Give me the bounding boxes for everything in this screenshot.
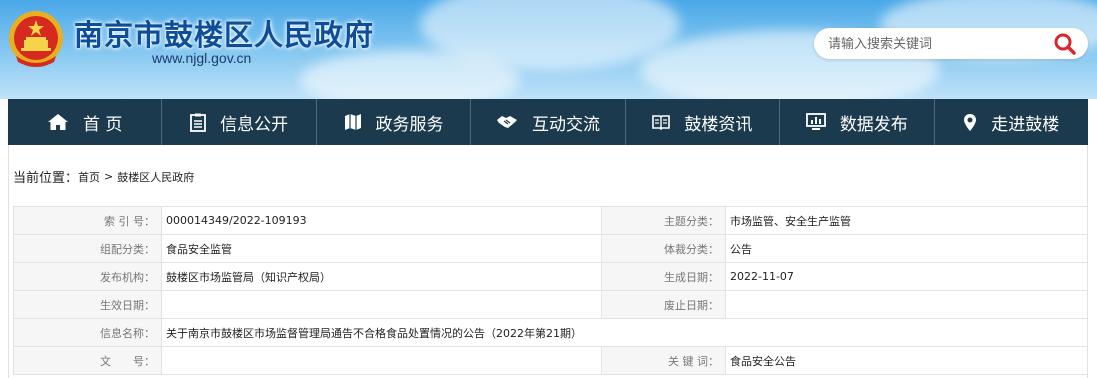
- table-row: 发布机构： 鼓楼区市场监管局（知识产权局） 生成日期： 2022-11-07: [13, 262, 1088, 291]
- publisher-label: 发布机构：: [13, 262, 162, 291]
- index-value: 000014349/2022-109193: [161, 206, 602, 235]
- nav-item-label: 首 页: [83, 114, 123, 135]
- expiry-date-value: [725, 290, 1088, 319]
- table-row: 索 引 号： 000014349/2022-109193 主题分类： 市场监管、…: [13, 206, 1088, 235]
- org-category-value: 食品安全监管: [161, 234, 602, 263]
- breadcrumb-prefix: 当前位置：: [13, 171, 79, 186]
- nav-item-home[interactable]: 首 页: [8, 99, 163, 145]
- info-name-value: 关于南京市鼓楼区市场监督管理局通告不合格食品处置情况的公告（2022年第21期）: [161, 318, 1088, 347]
- site-url: www.njgl.gov.cn: [152, 50, 252, 66]
- table-row: 信息名称： 关于南京市鼓楼区市场监督管理局通告不合格食品处置情况的公告（2022…: [13, 318, 1088, 347]
- keywords-label: 关 键 词：: [601, 346, 726, 375]
- table-row: 生效日期： 废止日期：: [13, 290, 1088, 319]
- table-row: 文 号： 关 键 词： 食品安全公告: [13, 346, 1088, 375]
- created-date-label: 生成日期：: [601, 262, 726, 291]
- created-date-value: 2022-11-07: [725, 262, 1088, 291]
- nav-item-label: 政务服务: [375, 114, 444, 135]
- table-row: 组配分类： 食品安全监管 体裁分类： 公告: [13, 234, 1088, 263]
- nav-item-gov-services[interactable]: 政务服务: [317, 99, 472, 145]
- nav-item-data-release[interactable]: 数据发布: [780, 99, 935, 145]
- doc-number-value: [161, 346, 602, 375]
- org-category-label: 组配分类：: [13, 234, 162, 263]
- nav-item-gulou-news[interactable]: 鼓楼资讯: [626, 99, 781, 145]
- topic-label: 主题分类：: [601, 206, 726, 235]
- nav-item-label: 互动交流: [531, 114, 600, 135]
- national-emblem-icon: [9, 11, 63, 67]
- expiry-date-label: 废止日期：: [601, 290, 726, 319]
- location-pin-icon: [964, 113, 977, 131]
- genre-value: 公告: [725, 234, 1088, 263]
- search-box: [814, 28, 1088, 59]
- effective-date-value: [161, 290, 602, 319]
- nav-item-about-gulou[interactable]: 走进鼓楼: [935, 99, 1088, 145]
- breadcrumb-link-home[interactable]: 首页: [78, 169, 100, 185]
- doc-number-label: 文 号：: [13, 346, 162, 375]
- document-icon: [190, 113, 207, 132]
- main-nav: 首 页 信息公开 政务服务 互动交流 鼓楼资讯 数据发布 走进鼓楼: [8, 99, 1088, 145]
- site-header: 南京市鼓楼区人民政府 www.njgl.gov.cn: [0, 0, 1097, 99]
- topic-value: 市场监管、安全生产监管: [725, 206, 1088, 235]
- breadcrumb: 当前位置： 首页 > 鼓楼区人民政府: [13, 167, 194, 186]
- home-icon: [48, 114, 68, 130]
- book-icon: [652, 115, 671, 130]
- nav-item-label: 走进鼓楼: [991, 114, 1060, 135]
- handshake-icon: [496, 116, 517, 128]
- content-area: 当前位置： 首页 > 鼓楼区人民政府 索 引 号： 000014349/2022…: [8, 145, 1088, 378]
- publisher-value: 鼓楼区市场监管局（知识产权局）: [161, 262, 602, 291]
- nav-item-label: 信息公开: [220, 114, 289, 135]
- keywords-value: 食品安全公告: [725, 346, 1088, 375]
- breadcrumb-link-district-gov[interactable]: 鼓楼区人民政府: [117, 169, 194, 185]
- info-name-label: 信息名称：: [13, 318, 162, 347]
- nav-item-info-disclosure[interactable]: 信息公开: [162, 99, 317, 145]
- breadcrumb-separator: >: [104, 170, 114, 183]
- nav-item-label: 鼓楼资讯: [684, 114, 753, 135]
- search-icon[interactable]: [1052, 32, 1078, 56]
- index-label: 索 引 号：: [13, 206, 162, 235]
- monitor-chart-icon: [805, 113, 826, 130]
- nav-item-interaction[interactable]: 互动交流: [471, 99, 626, 145]
- info-metadata-table: 索 引 号： 000014349/2022-109193 主题分类： 市场监管、…: [13, 206, 1088, 375]
- genre-label: 体裁分类：: [601, 234, 726, 263]
- map-icon: [344, 114, 361, 130]
- site-title: 南京市鼓楼区人民政府: [74, 18, 375, 52]
- nav-item-label: 数据发布: [839, 114, 908, 135]
- effective-date-label: 生效日期：: [13, 290, 162, 319]
- search-input[interactable]: [828, 34, 1048, 54]
